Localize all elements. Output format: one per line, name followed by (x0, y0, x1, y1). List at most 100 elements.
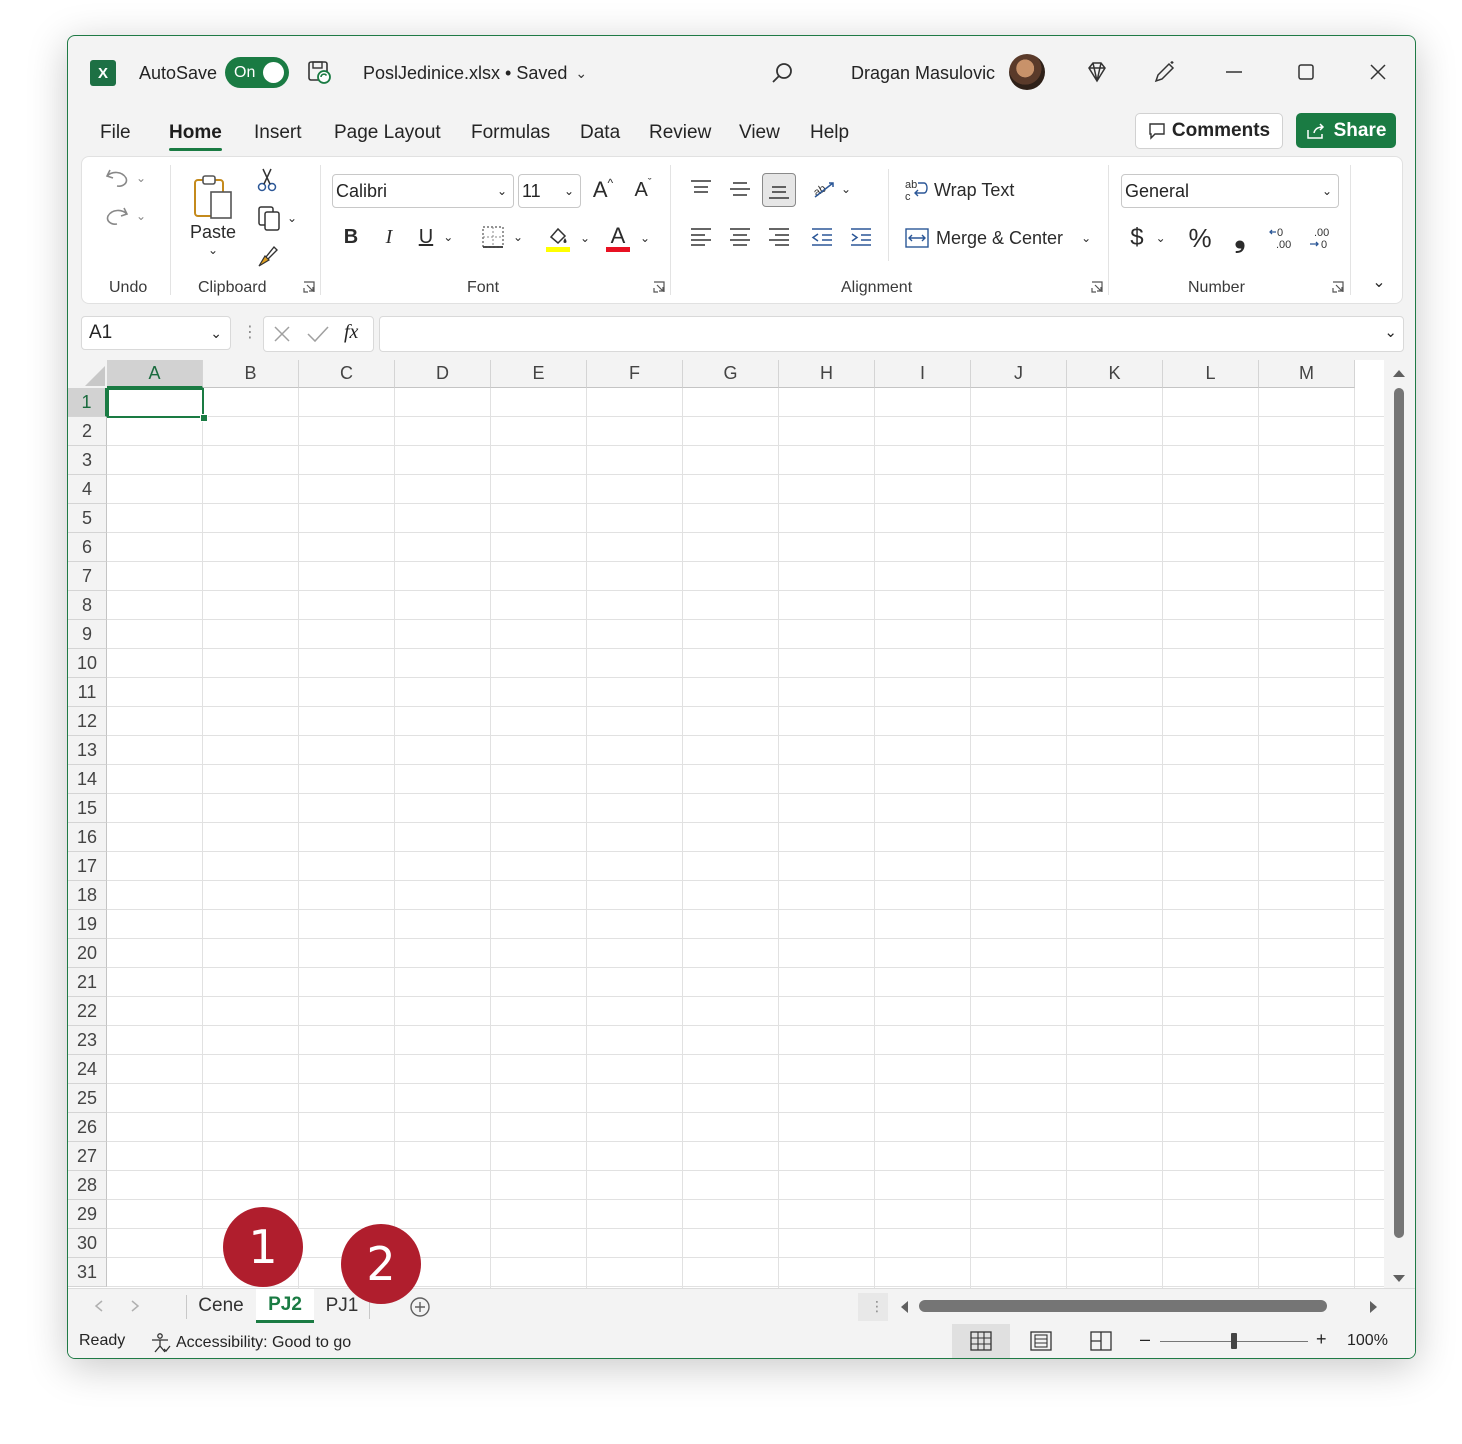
row-header-21[interactable]: 21 (68, 968, 107, 997)
sheet-tab-cene[interactable]: Cene (189, 1289, 253, 1323)
page-layout-view-button[interactable] (1012, 1324, 1070, 1358)
active-cell[interactable] (107, 388, 204, 418)
row-header-3[interactable]: 3 (68, 446, 107, 475)
row-header-29[interactable]: 29 (68, 1200, 107, 1229)
fill-color-button[interactable]: ⌄ (542, 221, 594, 255)
column-header-c[interactable]: C (299, 360, 395, 388)
row-header-27[interactable]: 27 (68, 1142, 107, 1171)
column-header-j[interactable]: J (971, 360, 1067, 388)
scroll-down-icon[interactable] (1392, 1274, 1406, 1284)
row-header-9[interactable]: 9 (68, 620, 107, 649)
row-header-30[interactable]: 30 (68, 1229, 107, 1258)
dialog-launcher-icon[interactable] (1091, 281, 1103, 293)
column-header-m[interactable]: M (1259, 360, 1355, 388)
increase-font-button[interactable]: A ^ (587, 173, 619, 207)
align-center-button[interactable] (724, 221, 756, 253)
cell-area[interactable] (107, 388, 1384, 1288)
vertical-scrollbar[interactable] (1386, 360, 1412, 1288)
row-header-16[interactable]: 16 (68, 823, 107, 852)
row-header-5[interactable]: 5 (68, 504, 107, 533)
search-icon[interactable] (770, 60, 796, 86)
spreadsheet-grid[interactable]: A B C D E F G H I J K L M 1 2 3 4 5 6 7 8 9 10 11 12 13 14 15 16 17 18… (68, 360, 1384, 1288)
row-header-18[interactable]: 18 (68, 881, 107, 910)
name-box[interactable]: A1 ⌄ (81, 316, 231, 350)
user-name[interactable]: Dragan Masulovic (851, 60, 995, 86)
scroll-right-icon[interactable] (1369, 1300, 1379, 1314)
ribbon-expand-button[interactable]: ⌄ (1366, 269, 1392, 295)
save-icon[interactable] (306, 59, 332, 85)
column-header-k[interactable]: K (1067, 360, 1163, 388)
row-header-24[interactable]: 24 (68, 1055, 107, 1084)
column-header-e[interactable]: E (491, 360, 587, 388)
normal-view-button[interactable] (952, 1324, 1010, 1358)
row-header-22[interactable]: 22 (68, 997, 107, 1026)
prev-sheet-icon[interactable] (94, 1300, 104, 1312)
number-format-select[interactable]: General ⌄ (1121, 174, 1339, 208)
row-header-26[interactable]: 26 (68, 1113, 107, 1142)
row-header-13[interactable]: 13 (68, 736, 107, 765)
tab-file[interactable]: File (100, 122, 131, 144)
add-sheet-icon[interactable] (409, 1296, 431, 1318)
paste-button[interactable]: Paste ⌄ (184, 165, 242, 265)
row-header-2[interactable]: 2 (68, 417, 107, 446)
autosave-toggle[interactable]: On (225, 57, 289, 88)
row-header-17[interactable]: 17 (68, 852, 107, 881)
decrease-font-button[interactable]: Aˇ (627, 173, 659, 207)
align-top-button[interactable] (685, 173, 717, 205)
scroll-up-icon[interactable] (1392, 368, 1406, 378)
tab-formulas[interactable]: Formulas (471, 122, 550, 144)
row-header-23[interactable]: 23 (68, 1026, 107, 1055)
scroll-left-icon[interactable] (899, 1300, 909, 1314)
row-header-11[interactable]: 11 (68, 678, 107, 707)
row-header-8[interactable]: 8 (68, 591, 107, 620)
file-name-dropdown[interactable]: PoslJedinice.xlsx • Saved ⌄ (363, 60, 587, 86)
align-right-button[interactable] (763, 221, 795, 253)
column-header-d[interactable]: D (395, 360, 491, 388)
redo-button[interactable]: ⌄ (102, 201, 148, 231)
comments-button[interactable]: Comments (1135, 113, 1283, 149)
share-button[interactable]: Share (1296, 113, 1396, 148)
dialog-launcher-icon[interactable] (303, 281, 315, 293)
sheet-tab-pj2[interactable]: PJ2 (256, 1289, 314, 1323)
row-header-19[interactable]: 19 (68, 910, 107, 939)
tab-insert[interactable]: Insert (254, 122, 302, 144)
column-header-b[interactable]: B (203, 360, 299, 388)
select-all-corner[interactable] (68, 360, 107, 388)
increase-decimal-button[interactable]: 0.00 (1266, 221, 1298, 255)
bold-button[interactable]: B (337, 221, 365, 253)
percent-button[interactable]: % (1184, 221, 1216, 255)
font-name-select[interactable]: Calibri ⌄ (332, 174, 514, 208)
row-header-15[interactable]: 15 (68, 794, 107, 823)
cut-button[interactable] (252, 165, 282, 195)
formula-input[interactable]: ⌄ (379, 316, 1404, 352)
column-header-h[interactable]: H (779, 360, 875, 388)
fill-handle[interactable] (200, 414, 208, 422)
tab-help[interactable]: Help (810, 122, 849, 144)
avatar[interactable] (1009, 54, 1045, 90)
align-left-button[interactable] (685, 221, 717, 253)
close-button[interactable] (1364, 58, 1392, 86)
zoom-in-button[interactable]: + (1316, 1329, 1327, 1350)
column-header-f[interactable]: F (587, 360, 683, 388)
row-header-6[interactable]: 6 (68, 533, 107, 562)
column-header-i[interactable]: I (875, 360, 971, 388)
comma-button[interactable]: ❟ (1224, 221, 1256, 255)
align-bottom-button[interactable] (762, 173, 796, 207)
row-header-28[interactable]: 28 (68, 1171, 107, 1200)
tab-view[interactable]: View (739, 122, 780, 144)
row-header-12[interactable]: 12 (68, 707, 107, 736)
row-header-31[interactable]: 31 (68, 1258, 107, 1287)
italic-button[interactable]: I (375, 221, 403, 253)
merge-center-button[interactable]: Merge & Center ⌄ (904, 221, 1091, 255)
decrease-decimal-button[interactable]: .00 0 (1306, 221, 1338, 255)
increase-indent-button[interactable] (845, 221, 877, 253)
accessibility-status[interactable]: Accessibility: Good to go (149, 1332, 351, 1354)
font-size-select[interactable]: 11 ⌄ (518, 174, 581, 208)
underline-button[interactable]: U ⌄ (413, 221, 459, 253)
tab-home[interactable]: Home (169, 122, 222, 151)
currency-button[interactable]: $ ⌄ (1125, 221, 1171, 255)
row-header-10[interactable]: 10 (68, 649, 107, 678)
column-header-g[interactable]: G (683, 360, 779, 388)
borders-button[interactable]: ⌄ (477, 221, 527, 253)
zoom-level[interactable]: 100% (1347, 1332, 1388, 1350)
